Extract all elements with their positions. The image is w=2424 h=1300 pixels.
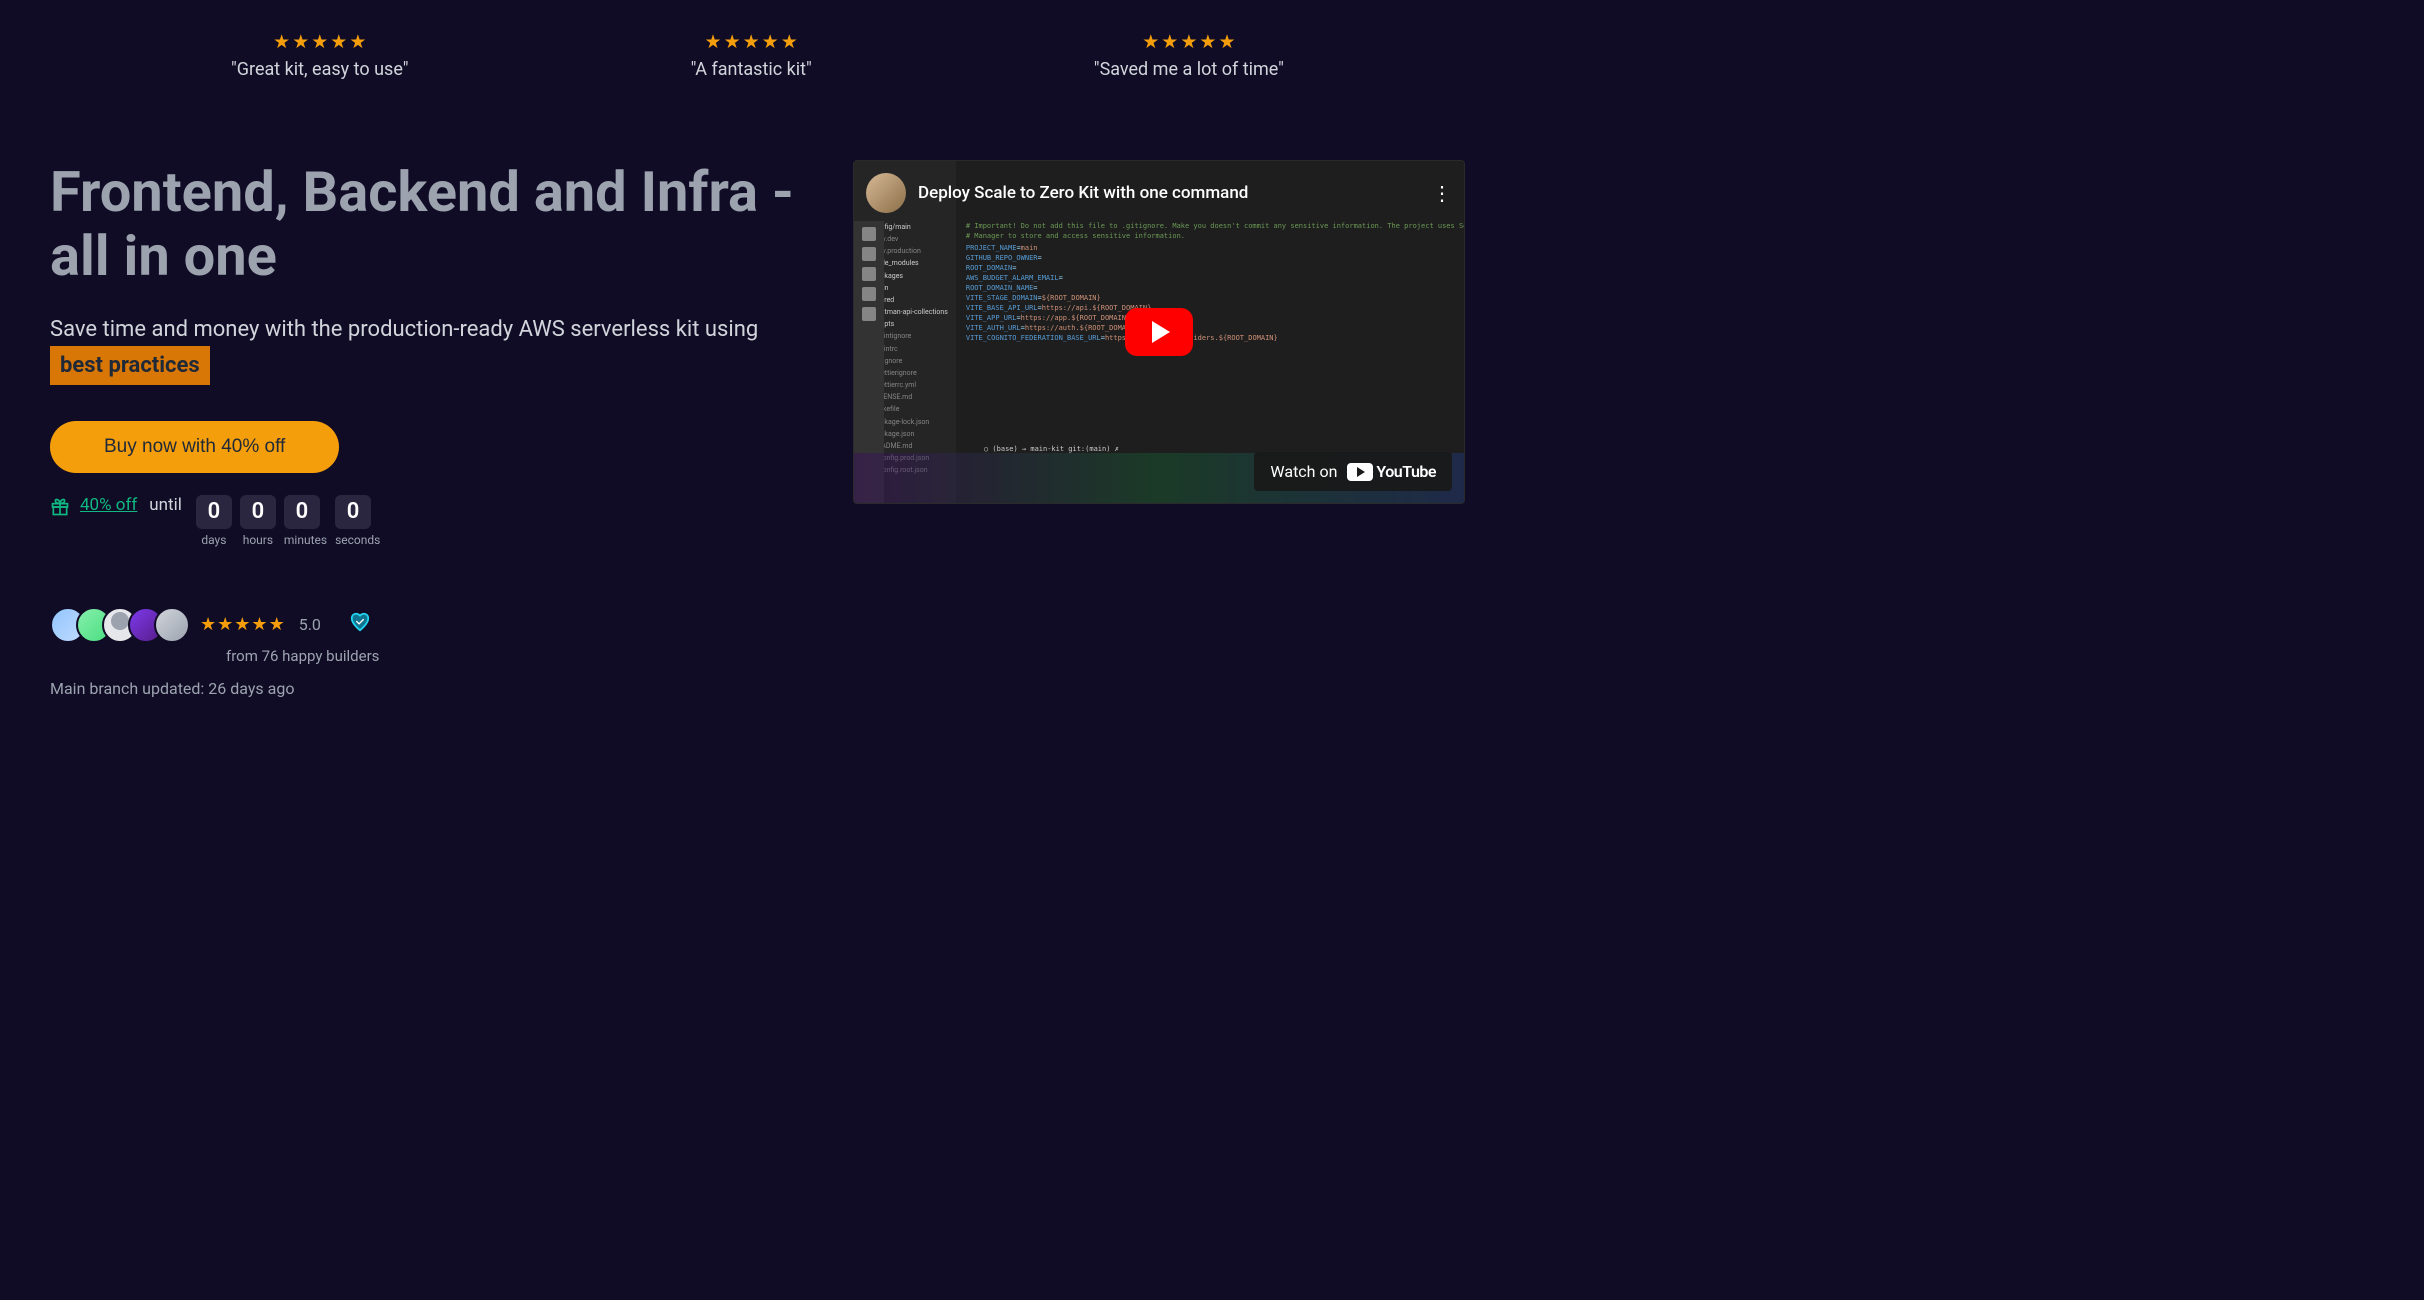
rating-value: 5.0: [299, 615, 321, 634]
hero-title: Frontend, Backend and Infra - all in one: [50, 160, 813, 289]
hero-subtitle: Save time and money with the production-…: [50, 313, 813, 385]
heart-badge-icon: [349, 611, 371, 639]
star-rating: ★★★★★: [691, 30, 812, 53]
highlight-badge: best practices: [50, 346, 210, 385]
testimonials-row: ★★★★★ "Great kit, easy to use" ★★★★★ "A …: [0, 0, 1515, 80]
avatar: [154, 607, 190, 643]
days-value: 0: [196, 495, 232, 529]
testimonial-3: ★★★★★ "Saved me a lot of time": [1094, 30, 1284, 80]
youtube-logo-icon: YouTube: [1347, 462, 1436, 481]
video-embed[interactable]: config/main.env.dev.env.productionnode_m…: [853, 160, 1465, 504]
watch-on-youtube[interactable]: Watch on YouTube: [1254, 452, 1452, 491]
kebab-icon[interactable]: ⋮: [1432, 181, 1452, 205]
minutes-value: 0: [284, 495, 320, 529]
until-label: until: [149, 495, 182, 515]
promo-row: 40% off until 0days 0hours 0minutes 0sec…: [50, 495, 813, 547]
promo-link[interactable]: 40% off: [80, 495, 137, 515]
buy-button[interactable]: Buy now with 40% off: [50, 421, 339, 473]
star-icon: ★: [273, 30, 290, 53]
star-rating: ★★★★★: [231, 30, 409, 53]
builders-text: from 76 happy builders: [226, 647, 813, 665]
updated-text: Main branch updated: 26 days ago: [50, 679, 813, 698]
testimonial-1: ★★★★★ "Great kit, easy to use": [231, 30, 409, 80]
avatar-stack: [50, 607, 190, 643]
social-proof: ★★★★★ 5.0 from 76 happy builders Main br…: [50, 607, 813, 698]
rating-stars: ★★★★★: [200, 614, 285, 635]
star-rating: ★★★★★: [1094, 30, 1284, 53]
testimonial-quote: "A fantastic kit": [691, 59, 812, 80]
testimonial-2: ★★★★★ "A fantastic kit": [691, 30, 812, 80]
video-title: Deploy Scale to Zero Kit with one comman…: [918, 183, 1248, 203]
seconds-value: 0: [335, 495, 371, 529]
countdown: 0days 0hours 0minutes 0seconds: [196, 495, 380, 547]
gift-icon: [50, 497, 70, 522]
channel-avatar: [866, 173, 906, 213]
hours-value: 0: [240, 495, 276, 529]
testimonial-quote: "Saved me a lot of time": [1094, 59, 1284, 80]
testimonial-quote: "Great kit, easy to use": [231, 59, 409, 80]
ide-terminal: ○ (base) → main-kit git:(main) ✗: [984, 445, 1119, 453]
play-button[interactable]: [1125, 308, 1193, 356]
